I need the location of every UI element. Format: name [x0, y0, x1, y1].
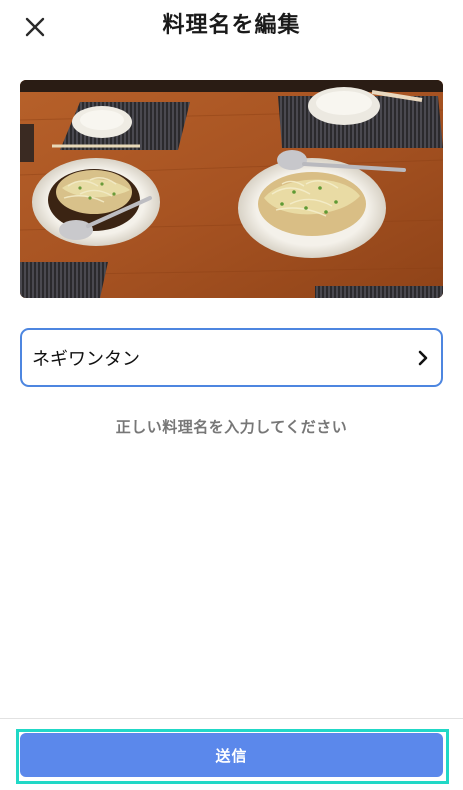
hint-text: 正しい料理名を入力してください [115, 418, 348, 436]
footer-divider [0, 718, 463, 719]
page-title: 料理名を編集 [162, 13, 301, 38]
dish-name-field[interactable]: ネギワンタン [20, 328, 443, 387]
header: 料理名を編集 [0, 0, 463, 56]
submit-button[interactable]: 送信 [20, 733, 443, 777]
edit-dish-name-screen: 料理名を編集 ネギワンタン 正しい料理名を入力してください 送信 [0, 0, 463, 790]
dish-name-value: ネギワンタン [32, 348, 140, 370]
dish-photo [20, 80, 443, 298]
chevron-right-icon [415, 349, 431, 367]
